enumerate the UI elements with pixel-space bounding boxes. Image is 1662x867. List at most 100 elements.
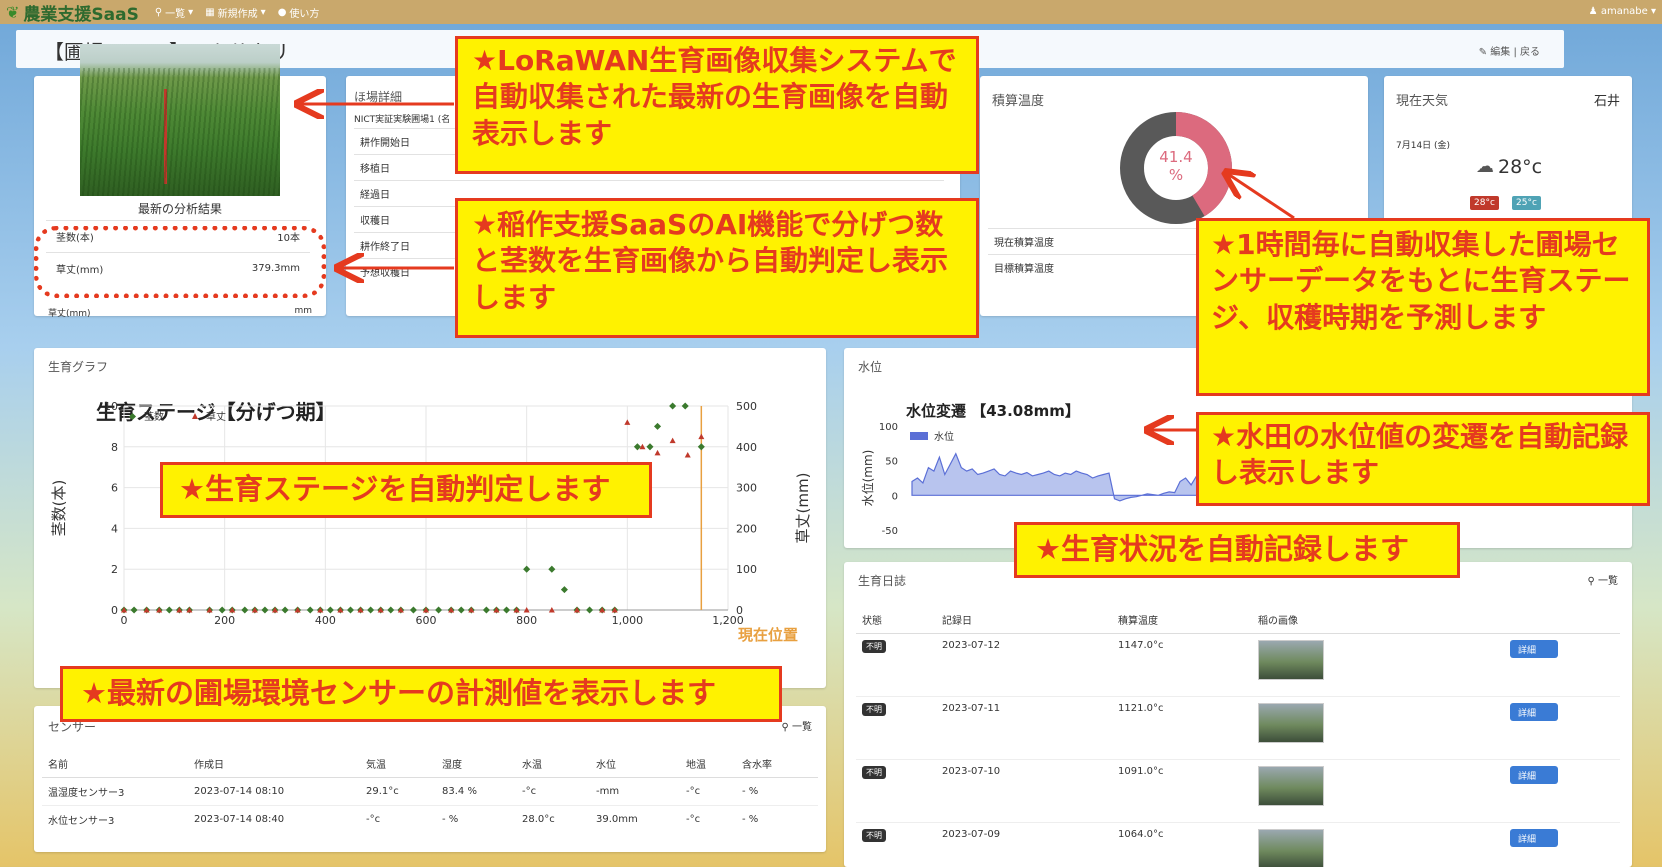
diary-temp: 1064.0°c: [1112, 822, 1252, 867]
growth-chart: 0 200 400 600 800 1,000 1,20002468100100200300…: [50, 400, 812, 627]
stem-count-point: [548, 565, 556, 573]
sprout-icon: ❦: [6, 2, 20, 22]
table-row: 温湿度センサー3 2023-07-14 08:10 29.1°c 83.4 % …: [42, 777, 818, 806]
diary-list-label[interactable]: 一覧: [1598, 576, 1618, 587]
detail-button[interactable]: 詳細: [1510, 766, 1558, 784]
y-right-tick-label: 0: [736, 604, 743, 617]
detail-button[interactable]: 詳細: [1510, 703, 1558, 721]
weather-date: 7月14日 (金): [1396, 141, 1451, 151]
field-detail-title: ほ場詳細: [354, 90, 403, 104]
diary-temp: 1147.0°c: [1112, 633, 1252, 697]
detail-button[interactable]: 詳細: [1510, 640, 1558, 658]
sensor-name: 水位センサー3: [42, 805, 188, 833]
nav-list-label: 一覧: [165, 8, 186, 20]
table-row: 不明 2023-07-09 1064.0°c 詳細: [856, 822, 1620, 867]
stem-count-point: [681, 402, 689, 410]
plant-height-point: [669, 437, 676, 444]
stem-count-point: [165, 606, 173, 614]
donut-percent-value: 41.4: [1159, 148, 1193, 166]
nav-list[interactable]: ⚲ 一覧 ▾: [155, 5, 193, 20]
table-row: 不明 2023-07-10 1091.0°c 詳細: [856, 759, 1620, 823]
accum-temp-title: 積算温度: [992, 94, 1045, 109]
weather-temp: 28°c: [1498, 156, 1543, 178]
rice-thumbnail[interactable]: [1258, 703, 1324, 743]
weather-min-badge: 25°c: [1512, 196, 1541, 210]
stem-count-point: [482, 606, 490, 614]
sensor-list-link[interactable]: ⚲ 一覧: [781, 718, 812, 733]
nav-help[interactable]: ● 使い方: [278, 5, 320, 20]
edit-back-links[interactable]: ✎ 編集 | 戻る: [1479, 43, 1540, 58]
rice-thumbnail[interactable]: [1258, 766, 1324, 806]
table-row: 水位センサー3 2023-07-14 08:40 -°c - % 28.0°c …: [42, 805, 818, 833]
stem-count-point: [306, 606, 314, 614]
growth-graph-panel: 生育グラフ 生育ステージ【分げつ期】 現在位置 0 200 400 600 800 1,0…: [34, 348, 826, 688]
info-icon: ●: [277, 6, 287, 18]
y-tick-label: 50: [885, 457, 898, 468]
sensor-moisture: - %: [736, 777, 818, 806]
col-water-temp: 水温: [516, 750, 590, 778]
stem-count-point: [669, 402, 677, 410]
col-image: 稲の画像: [1252, 606, 1504, 634]
diary-date: 2023-07-10: [936, 759, 1112, 823]
y-tick-label: -50: [882, 526, 898, 537]
sensor-water-level: -mm: [590, 777, 680, 806]
sensor-humidity: - %: [436, 805, 516, 833]
col-soil-temp: 地温: [680, 750, 736, 778]
user-menu[interactable]: ♟ amanabe ▾: [1589, 6, 1656, 17]
sensor-panel: センサー ⚲ 一覧 名前 作成日 気温 湿度 水温 水位 地温 含水率 温湿度セ…: [34, 706, 826, 852]
y-left-tick-label: 8: [111, 441, 118, 454]
legend-swatch: [910, 432, 928, 440]
detail-button[interactable]: 詳細: [1510, 829, 1558, 847]
edit-back-label[interactable]: 編集 | 戻る: [1490, 47, 1540, 58]
stem-count-point: [502, 606, 511, 614]
sensor-list-label[interactable]: 一覧: [792, 722, 812, 733]
sensor-name: 温湿度センサー3: [42, 777, 188, 806]
brand-name: 農業支援SaaS: [23, 4, 139, 25]
nav-create[interactable]: ▦ 新規作成 ▾: [205, 5, 265, 20]
diary-panel: 生育日誌 ⚲ 一覧 状態 記録日 積算温度 稲の画像 不明 2023-07-12…: [844, 562, 1632, 867]
y-tick-label: 0: [892, 491, 898, 502]
legend-marker: [128, 412, 137, 421]
col-water-level: 水位: [590, 750, 680, 778]
sensor-water-level: 39.0mm: [590, 805, 680, 833]
col-status: 状態: [856, 606, 936, 634]
donut-percent: 41.4 %: [1136, 148, 1216, 184]
stem-count-point: [261, 606, 269, 614]
annotation-lorawan: ★LoRaWAN生育画像収集システムで自動収集された最新の生育画像を自動表示しま…: [455, 36, 979, 174]
y-right-tick-label: 200: [736, 522, 757, 535]
stem-count-point: [241, 606, 249, 614]
rice-thumbnail[interactable]: [1258, 829, 1324, 867]
col-air-temp: 気温: [360, 750, 436, 778]
rain-cloud-icon: ☁: [1476, 156, 1494, 177]
x-tick-label: 0: [121, 614, 128, 627]
x-tick-label: 800: [516, 614, 537, 627]
sensor-humidity: 83.4 %: [436, 777, 516, 806]
search-icon: ⚲: [1587, 576, 1595, 587]
annotation-sensor-predict: ★1時間毎に自動収集した圃場センサーデータをもとに生育ステージ、収穫時期を予測し…: [1196, 218, 1650, 396]
donut-percent-unit: %: [1168, 166, 1184, 184]
y-right-tick-label: 500: [736, 400, 757, 413]
legend-label: 草丈: [206, 411, 226, 423]
rice-photo[interactable]: [80, 44, 280, 196]
diary-temp: 1091.0°c: [1112, 759, 1252, 823]
stem-count-point: [326, 606, 334, 614]
table-header-row: 名前 作成日 気温 湿度 水温 水位 地温 含水率: [42, 750, 818, 778]
plant-height-point: [624, 419, 631, 425]
col-date: 記録日: [936, 606, 1112, 634]
stem-count-point: [367, 606, 375, 614]
edit-icon: ✎: [1478, 47, 1488, 58]
y-left-tick-label: 2: [111, 563, 118, 576]
brand-logo[interactable]: ❦ 農業支援SaaS: [6, 0, 139, 25]
stem-count-point: [387, 606, 395, 614]
diary-list-link[interactable]: ⚲ 一覧: [1587, 572, 1618, 587]
search-icon: ⚲: [154, 6, 163, 18]
x-tick-label: 600: [416, 614, 437, 627]
nav-help-label: 使い方: [289, 8, 320, 20]
diary-date: 2023-07-09: [936, 822, 1112, 867]
search-icon: ⚲: [781, 722, 789, 733]
sensor-water-temp: -°c: [516, 777, 590, 806]
y-right-tick-label: 300: [736, 482, 757, 495]
sensor-air-temp: 29.1°c: [360, 777, 436, 806]
y-left-axis-title: 茎数(本): [50, 480, 68, 537]
rice-thumbnail[interactable]: [1258, 640, 1324, 680]
